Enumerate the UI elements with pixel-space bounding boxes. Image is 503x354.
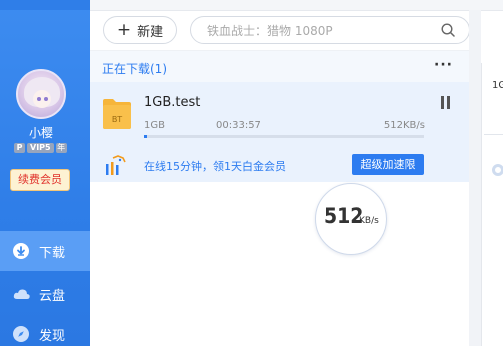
speed-unit: KB/s: [359, 216, 379, 226]
title-strip: [90, 0, 503, 11]
downloading-title[interactable]: 正在下载(1): [102, 60, 167, 77]
plus-icon: +: [116, 20, 132, 40]
speed-float-bubble[interactable]: 512 KB/s: [315, 183, 387, 255]
bt-file-type: BT: [112, 115, 122, 124]
badge-year: 年: [55, 143, 67, 153]
right-panel-ring-icon: [492, 164, 503, 176]
task-elapsed: 00:33:57: [216, 120, 261, 131]
task-speed: 512KB/s: [383, 120, 425, 131]
cloud-icon: [13, 286, 30, 302]
username: 小樱: [28, 126, 53, 140]
pause-icon[interactable]: [440, 96, 452, 110]
compass-icon: [13, 326, 29, 342]
super-accelerate-button[interactable]: 超级加速限: [352, 154, 424, 175]
nav-discover-label: 发现: [39, 328, 66, 344]
new-task-label: 新建: [137, 24, 164, 40]
downloading-section-header: 正在下载(1) ···: [90, 50, 469, 83]
super-accelerate-label: 超级加速: [360, 158, 405, 171]
task-size: 1GB: [144, 120, 165, 131]
more-options-icon[interactable]: ···: [434, 57, 453, 73]
search-box[interactable]: [190, 16, 470, 44]
avatar-eye-right: [44, 97, 48, 101]
promo-banner: 在线15分钟，领1天白金会员 超级加速限: [90, 150, 469, 182]
nav-download[interactable]: 下载: [0, 231, 90, 271]
right-panel-divider: [484, 134, 503, 135]
avatar-face: [33, 90, 51, 108]
download-icon: [13, 243, 29, 259]
task-progress-fill: [144, 135, 147, 138]
bt-file-icon: BT: [102, 96, 132, 130]
renew-membership-button[interactable]: 续费会员: [10, 169, 70, 191]
limited-badge: 限: [404, 158, 416, 171]
right-detail-panel: [481, 63, 503, 346]
promo-text[interactable]: 在线15分钟，领1天白金会员: [144, 158, 286, 174]
badge-p: P: [14, 143, 25, 153]
task-file-name: 1GB.test: [144, 95, 201, 110]
nav-download-label: 下载: [39, 245, 66, 261]
sidebar-top-strip: [0, 0, 90, 10]
speed-value: 512: [324, 204, 364, 228]
avatar[interactable]: [16, 69, 66, 119]
nav-cloud[interactable]: 云盘: [0, 274, 90, 314]
nav-cloud-label: 云盘: [39, 288, 66, 304]
speed-boost-icon: [104, 155, 126, 177]
task-progress-bar: [144, 135, 424, 138]
right-panel-label: 1G: [492, 80, 503, 91]
search-input[interactable]: [205, 21, 429, 41]
nav-discover[interactable]: 发现: [0, 314, 90, 354]
new-task-button[interactable]: + 新建: [103, 16, 177, 44]
download-task-row[interactable]: BT 1GB.test 1GB 00:33:57 512KB/s: [90, 82, 469, 150]
member-badges[interactable]: P VIP5 年: [14, 143, 67, 153]
search-icon[interactable]: [441, 23, 455, 37]
badge-vip-level: VIP5: [27, 143, 54, 153]
right-separator: [469, 10, 481, 346]
avatar-eye-left: [37, 97, 41, 101]
